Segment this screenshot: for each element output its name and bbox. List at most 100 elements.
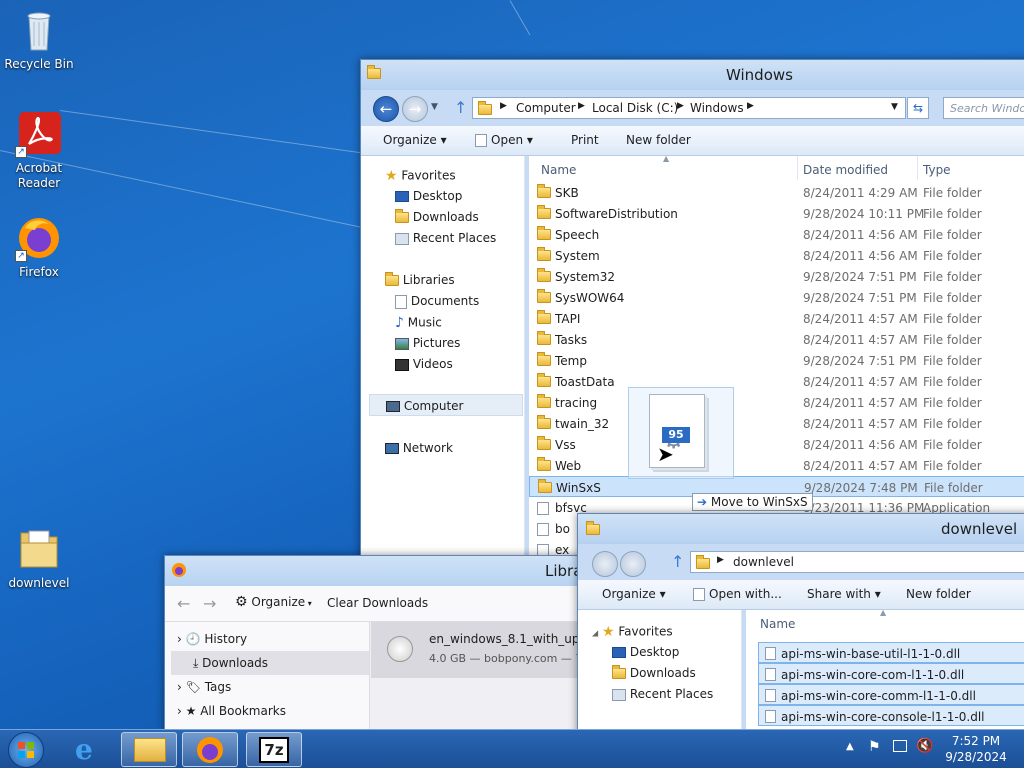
- file-type: File folder: [923, 396, 982, 410]
- new-folder-button[interactable]: New folder: [626, 133, 691, 147]
- file-row[interactable]: System32 9/28/2024 7:51 PM File folder: [529, 266, 1024, 287]
- folder-icon: [537, 415, 551, 429]
- file-row[interactable]: api-ms-win-core-comm-l1-1-0.dll: [758, 684, 1024, 705]
- organize-button[interactable]: Organize ▾: [383, 133, 447, 147]
- computer-icon: [386, 401, 400, 412]
- file-row[interactable]: SoftwareDistribution 9/28/2024 10:11 PM Fi…: [529, 203, 1024, 224]
- explorer-window-downlevel[interactable]: downlevel ↑ ▶ downlevel Organize ▾ Open …: [577, 513, 1024, 743]
- nav-desktop[interactable]: Desktop: [612, 645, 679, 659]
- file-row[interactable]: SKB 8/24/2011 4:29 AM File folder: [529, 182, 1024, 203]
- download-item[interactable]: en_windows_8.1_with_update 4.0 GB — bobp…: [371, 622, 593, 678]
- file-row[interactable]: ToastData 8/24/2011 4:57 AM File folder: [529, 371, 1024, 392]
- back-button[interactable]: ←: [373, 96, 399, 122]
- start-button[interactable]: [8, 732, 44, 768]
- title-bar[interactable]: Library: [165, 556, 593, 586]
- file-row[interactable]: api-ms-win-core-console-l1-1-0.dll: [758, 705, 1024, 726]
- breadcrumb-local-disk[interactable]: Local Disk (C:): [592, 101, 678, 115]
- forward-button[interactable]: →: [402, 96, 428, 122]
- nav-recent-places[interactable]: Recent Places: [395, 231, 496, 245]
- file-row[interactable]: Web 8/24/2011 4:57 AM File folder: [529, 455, 1024, 476]
- file-rows: api-ms-win-base-util-l1-1-0.dll api-ms-wi…: [758, 642, 1024, 742]
- file-row[interactable]: Speech 8/24/2011 4:56 AM File folder: [529, 224, 1024, 245]
- file-name: System: [555, 249, 600, 263]
- nav-documents[interactable]: Documents: [395, 294, 479, 309]
- file-row[interactable]: TAPI 8/24/2011 4:57 AM File folder: [529, 308, 1024, 329]
- nav-videos[interactable]: Videos: [395, 357, 453, 371]
- print-button[interactable]: Print: [571, 133, 599, 147]
- 7zip-icon: 7z: [259, 737, 289, 763]
- file-type: File folder: [923, 312, 982, 326]
- file-row[interactable]: twain_32 8/24/2011 4:57 AM File folder: [529, 413, 1024, 434]
- firefox-library-window[interactable]: Library ← → ⚙ Organize ▾ Clear Downloads…: [164, 555, 594, 735]
- nav-computer[interactable]: Computer: [369, 394, 523, 416]
- address-bar[interactable]: ▶ Computer ▶ Local Disk (C:) ▶ Windows ▶…: [472, 97, 906, 119]
- file-type: File folder: [923, 270, 982, 284]
- action-center-flag-icon[interactable]: ⚑: [868, 739, 881, 755]
- file-row[interactable]: tracing 8/24/2011 4:57 AM File folder: [529, 392, 1024, 413]
- nav-downloads[interactable]: Downloads: [612, 665, 696, 680]
- clear-downloads-button[interactable]: Clear Downloads: [327, 596, 428, 610]
- file-row[interactable]: System 8/24/2011 4:56 AM File folder: [529, 245, 1024, 266]
- address-bar[interactable]: ▶ downlevel: [690, 551, 1024, 573]
- new-folder-button[interactable]: New folder: [906, 587, 971, 601]
- file-type: File folder: [923, 186, 982, 200]
- file-row[interactable]: api-ms-win-core-com-l1-1-0.dll: [758, 663, 1024, 684]
- desktop-icon-acrobat[interactable]: ↗ Acrobat Reader: [1, 110, 77, 191]
- address-dropdown-icon[interactable]: ▼: [891, 102, 898, 112]
- nav-favorites[interactable]: ★ Favorites: [385, 168, 456, 184]
- up-arrow-icon[interactable]: ↑: [454, 98, 467, 117]
- forward-button[interactable]: [620, 551, 646, 577]
- nav-music[interactable]: ♪ Music: [395, 315, 442, 331]
- desktop-icon-label: downlevel: [8, 576, 70, 590]
- up-arrow-icon[interactable]: ↑: [671, 552, 684, 571]
- back-button[interactable]: [592, 551, 618, 577]
- clock-date: 9/28/2024: [945, 750, 1007, 764]
- file-row[interactable]: SysWOW64 9/28/2024 7:51 PM File folder: [529, 287, 1024, 308]
- organize-button[interactable]: Organize ▾: [602, 587, 666, 601]
- nav-libraries[interactable]: Libraries: [385, 272, 455, 287]
- taskbar-7zip[interactable]: 7z: [246, 732, 302, 767]
- desktop-icon-downlevel[interactable]: downlevel: [1, 525, 77, 591]
- library-nav-tags[interactable]: › 🏷 Tags: [177, 680, 231, 694]
- refresh-button[interactable]: ⇆: [907, 97, 929, 119]
- title-bar[interactable]: Windows: [361, 60, 1024, 90]
- nav-favorites[interactable]: ◢ ★ Favorites: [592, 624, 673, 640]
- search-box[interactable]: Search Windows: [943, 97, 1024, 119]
- library-nav-downloads[interactable]: ⤓ Downloads: [171, 651, 369, 675]
- share-with-button[interactable]: Share with ▾: [807, 587, 881, 601]
- nav-pictures[interactable]: Pictures: [395, 336, 460, 350]
- file-row[interactable]: api-ms-win-base-util-l1-1-0.dll: [758, 642, 1024, 663]
- network-icon[interactable]: [893, 740, 907, 752]
- open-with-button[interactable]: Open with...: [693, 587, 782, 601]
- library-nav-all-bookmarks[interactable]: › ★ All Bookmarks: [177, 704, 286, 718]
- folder-icon: [537, 394, 551, 408]
- taskbar-firefox[interactable]: [182, 732, 238, 767]
- file-row[interactable]: Temp 9/28/2024 7:51 PM File folder: [529, 350, 1024, 371]
- desktop-icon-firefox[interactable]: ↗ Firefox: [1, 214, 77, 280]
- taskbar-file-explorer[interactable]: [121, 732, 177, 767]
- nav-downloads[interactable]: Downloads: [395, 209, 479, 224]
- breadcrumb-computer[interactable]: Computer: [516, 101, 576, 115]
- folder-icon: [367, 65, 381, 80]
- nav-network[interactable]: Network: [385, 441, 453, 455]
- clock[interactable]: 7:52 PM 9/28/2024: [938, 733, 1014, 765]
- breadcrumb-downlevel[interactable]: downlevel: [733, 555, 794, 569]
- open-button[interactable]: Open ▾: [475, 133, 533, 147]
- nav-recent-places[interactable]: Recent Places: [612, 687, 713, 701]
- nav-desktop[interactable]: Desktop: [395, 189, 462, 203]
- star-icon: ★: [385, 168, 398, 184]
- breadcrumb-windows[interactable]: Windows: [690, 101, 744, 115]
- file-row[interactable]: Vss 8/24/2011 4:56 AM File folder: [529, 434, 1024, 455]
- desktop-icon-recycle-bin[interactable]: Recycle Bin: [1, 6, 77, 72]
- taskbar-internet-explorer[interactable]: e: [62, 732, 118, 767]
- library-nav-history[interactable]: › 🕘 History: [177, 632, 247, 646]
- title-bar[interactable]: downlevel: [578, 514, 1024, 544]
- back-arrow-icon[interactable]: ←: [177, 594, 190, 613]
- forward-arrow-icon[interactable]: →: [203, 594, 216, 613]
- show-hidden-icons-button[interactable]: ▲: [846, 741, 854, 752]
- volume-muted-icon[interactable]: 🔇: [916, 738, 933, 754]
- file-row[interactable]: Tasks 8/24/2011 4:57 AM File folder: [529, 329, 1024, 350]
- file-type: File folder: [923, 459, 982, 473]
- recent-pages-dropdown[interactable]: ▼: [431, 102, 438, 112]
- organize-menu[interactable]: ⚙ Organize ▾: [235, 594, 312, 610]
